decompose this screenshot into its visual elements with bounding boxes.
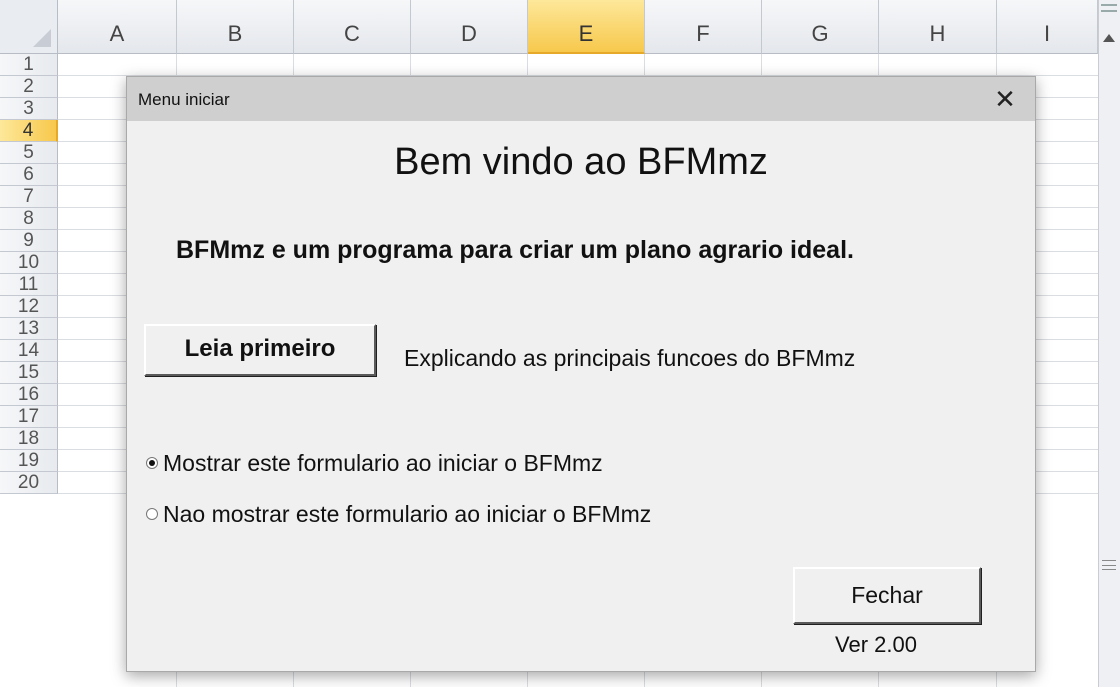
read-first-button[interactable]: Leia primeiro [144, 324, 376, 376]
column-header-a[interactable]: A [58, 0, 177, 54]
radio-selected-icon[interactable] [146, 456, 158, 469]
row-header-12[interactable]: 12 [0, 296, 58, 318]
scroll-thumb-grip-icon[interactable] [1102, 560, 1116, 570]
dialog-titlebar[interactable]: Menu iniciar ✕ [127, 77, 1035, 121]
row-header-7[interactable]: 7 [0, 186, 58, 208]
row-header-6[interactable]: 6 [0, 164, 58, 186]
column-header-f[interactable]: F [645, 0, 762, 54]
row-header-15[interactable]: 15 [0, 362, 58, 384]
row-header-2[interactable]: 2 [0, 76, 58, 98]
radio-show-form[interactable]: Mostrar este formulario ao iniciar o BFM… [146, 450, 603, 477]
read-first-description: Explicando as principais funcoes do BFMm… [404, 345, 856, 371]
select-all-corner[interactable] [0, 0, 58, 54]
row-header-16[interactable]: 16 [0, 384, 58, 406]
split-handle-icon[interactable] [1101, 4, 1117, 12]
scroll-up-arrow-icon[interactable] [1103, 34, 1115, 42]
row-header-1[interactable]: 1 [0, 54, 58, 76]
column-header-b[interactable]: B [177, 0, 294, 54]
column-header-g[interactable]: G [762, 0, 879, 54]
row-header-20[interactable]: 20 [0, 472, 58, 494]
radio-unselected-icon[interactable] [146, 507, 158, 520]
start-menu-dialog: Menu iniciar ✕ Bem vindo ao BFMmz BFMmz … [126, 76, 1036, 672]
radio-hide-form[interactable]: Nao mostrar este formulario ao iniciar o… [146, 501, 651, 528]
row-header-10[interactable]: 10 [0, 252, 58, 274]
row-header-8[interactable]: 8 [0, 208, 58, 230]
row-header-11[interactable]: 11 [0, 274, 58, 296]
column-header-d[interactable]: D [411, 0, 528, 54]
welcome-heading: Bem vindo ao BFMmz [394, 141, 768, 183]
row-header-17[interactable]: 17 [0, 406, 58, 428]
row-header-9[interactable]: 9 [0, 230, 58, 252]
row-header-3[interactable]: 3 [0, 98, 58, 120]
radio-label-hide: Nao mostrar este formulario ao iniciar o… [163, 501, 652, 527]
row-header-13[interactable]: 13 [0, 318, 58, 340]
row-header-18[interactable]: 18 [0, 428, 58, 450]
close-button[interactable]: Fechar [793, 567, 981, 624]
row-header-14[interactable]: 14 [0, 340, 58, 362]
radio-label-show: Mostrar este formulario ao iniciar o BFM… [163, 450, 603, 476]
row-header-19[interactable]: 19 [0, 450, 58, 472]
close-icon[interactable]: ✕ [987, 81, 1023, 117]
column-header-h[interactable]: H [879, 0, 997, 54]
row-header-4[interactable]: 4 [0, 120, 58, 142]
column-header-e[interactable]: E [528, 0, 645, 54]
column-header-i[interactable]: I [997, 0, 1098, 54]
row-header-5[interactable]: 5 [0, 142, 58, 164]
program-description: BFMmz e um programa para criar um plano … [176, 236, 854, 264]
column-header-c[interactable]: C [294, 0, 411, 54]
vertical-scrollbar[interactable] [1098, 0, 1120, 687]
version-label: Ver 2.00 [835, 632, 917, 657]
dialog-title: Menu iniciar [138, 90, 230, 109]
